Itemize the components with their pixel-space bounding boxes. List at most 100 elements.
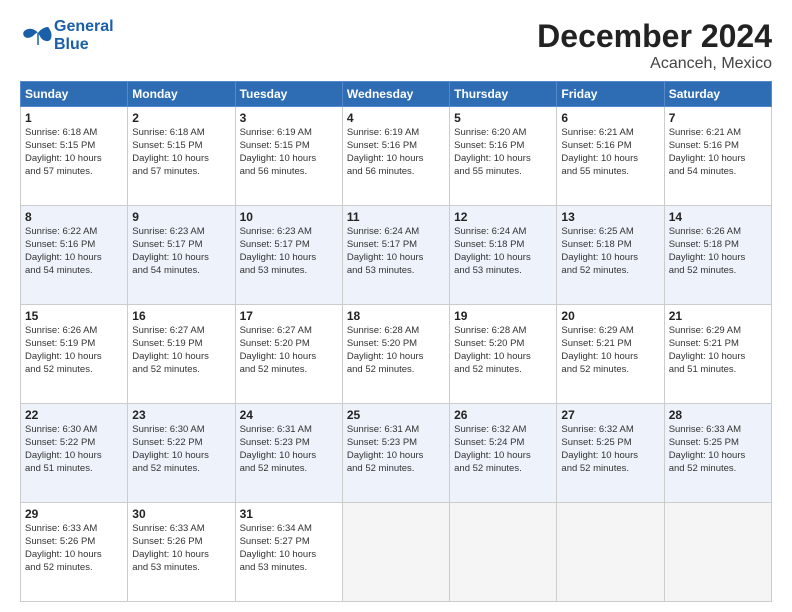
day-info-line: Sunrise: 6:21 AM: [669, 127, 767, 140]
col-thursday: Thursday: [450, 82, 557, 107]
day-info-line: Daylight: 10 hours: [669, 252, 767, 265]
table-row: [557, 503, 664, 602]
day-info-line: Sunset: 5:24 PM: [454, 437, 552, 450]
day-number: 11: [347, 209, 445, 225]
table-row: 5Sunrise: 6:20 AMSunset: 5:16 PMDaylight…: [450, 107, 557, 206]
day-number: 17: [240, 308, 338, 324]
day-info-line: Daylight: 10 hours: [240, 549, 338, 562]
day-info-line: Sunset: 5:23 PM: [347, 437, 445, 450]
day-info-line: and 55 minutes.: [454, 166, 552, 179]
table-row: 24Sunrise: 6:31 AMSunset: 5:23 PMDayligh…: [235, 404, 342, 503]
day-info-line: Sunset: 5:18 PM: [669, 239, 767, 252]
day-info-line: Daylight: 10 hours: [347, 153, 445, 166]
day-number: 27: [561, 407, 659, 423]
day-info-line: Sunset: 5:22 PM: [132, 437, 230, 450]
logo-general: General: [54, 18, 114, 35]
day-number: 16: [132, 308, 230, 324]
day-info-line: and 53 minutes.: [240, 562, 338, 575]
day-info-line: Daylight: 10 hours: [132, 450, 230, 463]
day-info-line: and 52 minutes.: [561, 265, 659, 278]
day-number: 2: [132, 110, 230, 126]
calendar-header-row: Sunday Monday Tuesday Wednesday Thursday…: [21, 82, 772, 107]
day-number: 22: [25, 407, 123, 423]
day-info-line: Daylight: 10 hours: [561, 450, 659, 463]
day-number: 28: [669, 407, 767, 423]
col-tuesday: Tuesday: [235, 82, 342, 107]
day-info-line: Daylight: 10 hours: [240, 252, 338, 265]
day-info-line: Sunset: 5:17 PM: [347, 239, 445, 252]
day-info-line: Daylight: 10 hours: [561, 252, 659, 265]
day-info-line: Sunrise: 6:31 AM: [240, 424, 338, 437]
day-number: 26: [454, 407, 552, 423]
day-info-line: Sunset: 5:27 PM: [240, 536, 338, 549]
day-info-line: Daylight: 10 hours: [454, 252, 552, 265]
day-number: 3: [240, 110, 338, 126]
table-row: 30Sunrise: 6:33 AMSunset: 5:26 PMDayligh…: [128, 503, 235, 602]
calendar-week-row: 22Sunrise: 6:30 AMSunset: 5:22 PMDayligh…: [21, 404, 772, 503]
day-info-line: Sunset: 5:26 PM: [132, 536, 230, 549]
table-row: 17Sunrise: 6:27 AMSunset: 5:20 PMDayligh…: [235, 305, 342, 404]
day-info-line: and 54 minutes.: [669, 166, 767, 179]
day-info-line: Sunrise: 6:33 AM: [132, 523, 230, 536]
day-info-line: Sunset: 5:21 PM: [669, 338, 767, 351]
day-info-line: Sunrise: 6:29 AM: [561, 325, 659, 338]
day-info-line: Daylight: 10 hours: [669, 450, 767, 463]
day-info-line: Sunset: 5:20 PM: [454, 338, 552, 351]
day-info-line: and 52 minutes.: [454, 364, 552, 377]
day-info-line: Daylight: 10 hours: [454, 153, 552, 166]
day-info-line: Daylight: 10 hours: [25, 450, 123, 463]
title-area: December 2024 Acanceh, Mexico: [537, 18, 772, 73]
col-wednesday: Wednesday: [342, 82, 449, 107]
day-number: 5: [454, 110, 552, 126]
day-number: 4: [347, 110, 445, 126]
day-info-line: Sunset: 5:25 PM: [669, 437, 767, 450]
table-row: 12Sunrise: 6:24 AMSunset: 5:18 PMDayligh…: [450, 206, 557, 305]
day-info-line: Sunset: 5:18 PM: [454, 239, 552, 252]
day-info-line: Sunrise: 6:23 AM: [240, 226, 338, 239]
table-row: 27Sunrise: 6:32 AMSunset: 5:25 PMDayligh…: [557, 404, 664, 503]
day-info-line: Daylight: 10 hours: [454, 351, 552, 364]
day-info-line: and 56 minutes.: [347, 166, 445, 179]
day-info-line: and 52 minutes.: [132, 463, 230, 476]
day-number: 12: [454, 209, 552, 225]
table-row: [342, 503, 449, 602]
day-number: 7: [669, 110, 767, 126]
day-info-line: and 57 minutes.: [132, 166, 230, 179]
day-info-line: and 52 minutes.: [669, 265, 767, 278]
day-info-line: Sunrise: 6:27 AM: [240, 325, 338, 338]
day-info-line: and 53 minutes.: [240, 265, 338, 278]
day-info-line: Sunrise: 6:28 AM: [347, 325, 445, 338]
table-row: [450, 503, 557, 602]
day-info-line: Sunrise: 6:23 AM: [132, 226, 230, 239]
day-info-line: Daylight: 10 hours: [669, 153, 767, 166]
day-info-line: Sunrise: 6:32 AM: [561, 424, 659, 437]
table-row: 28Sunrise: 6:33 AMSunset: 5:25 PMDayligh…: [664, 404, 771, 503]
logo-blue: Blue: [54, 36, 89, 53]
day-info-line: Daylight: 10 hours: [132, 252, 230, 265]
day-info-line: Sunrise: 6:26 AM: [669, 226, 767, 239]
day-info-line: and 52 minutes.: [669, 463, 767, 476]
table-row: 22Sunrise: 6:30 AMSunset: 5:22 PMDayligh…: [21, 404, 128, 503]
day-info-line: Sunset: 5:17 PM: [132, 239, 230, 252]
calendar-week-row: 15Sunrise: 6:26 AMSunset: 5:19 PMDayligh…: [21, 305, 772, 404]
page-title: December 2024: [537, 18, 772, 55]
table-row: 11Sunrise: 6:24 AMSunset: 5:17 PMDayligh…: [342, 206, 449, 305]
day-info-line: Daylight: 10 hours: [132, 351, 230, 364]
day-info-line: Sunset: 5:18 PM: [561, 239, 659, 252]
day-info-line: Sunrise: 6:30 AM: [25, 424, 123, 437]
day-info-line: and 52 minutes.: [240, 364, 338, 377]
day-number: 30: [132, 506, 230, 522]
day-info-line: Sunrise: 6:33 AM: [25, 523, 123, 536]
day-info-line: and 52 minutes.: [25, 562, 123, 575]
day-info-line: and 55 minutes.: [561, 166, 659, 179]
day-info-line: Sunset: 5:23 PM: [240, 437, 338, 450]
header: General Blue December 2024 Acanceh, Mexi…: [20, 18, 772, 73]
day-info-line: Sunrise: 6:27 AM: [132, 325, 230, 338]
day-info-line: Daylight: 10 hours: [454, 450, 552, 463]
day-info-line: Sunrise: 6:18 AM: [132, 127, 230, 140]
day-info-line: Daylight: 10 hours: [240, 153, 338, 166]
day-info-line: Sunset: 5:15 PM: [25, 140, 123, 153]
day-info-line: and 52 minutes.: [454, 463, 552, 476]
day-info-line: Daylight: 10 hours: [669, 351, 767, 364]
day-info-line: Sunrise: 6:24 AM: [454, 226, 552, 239]
